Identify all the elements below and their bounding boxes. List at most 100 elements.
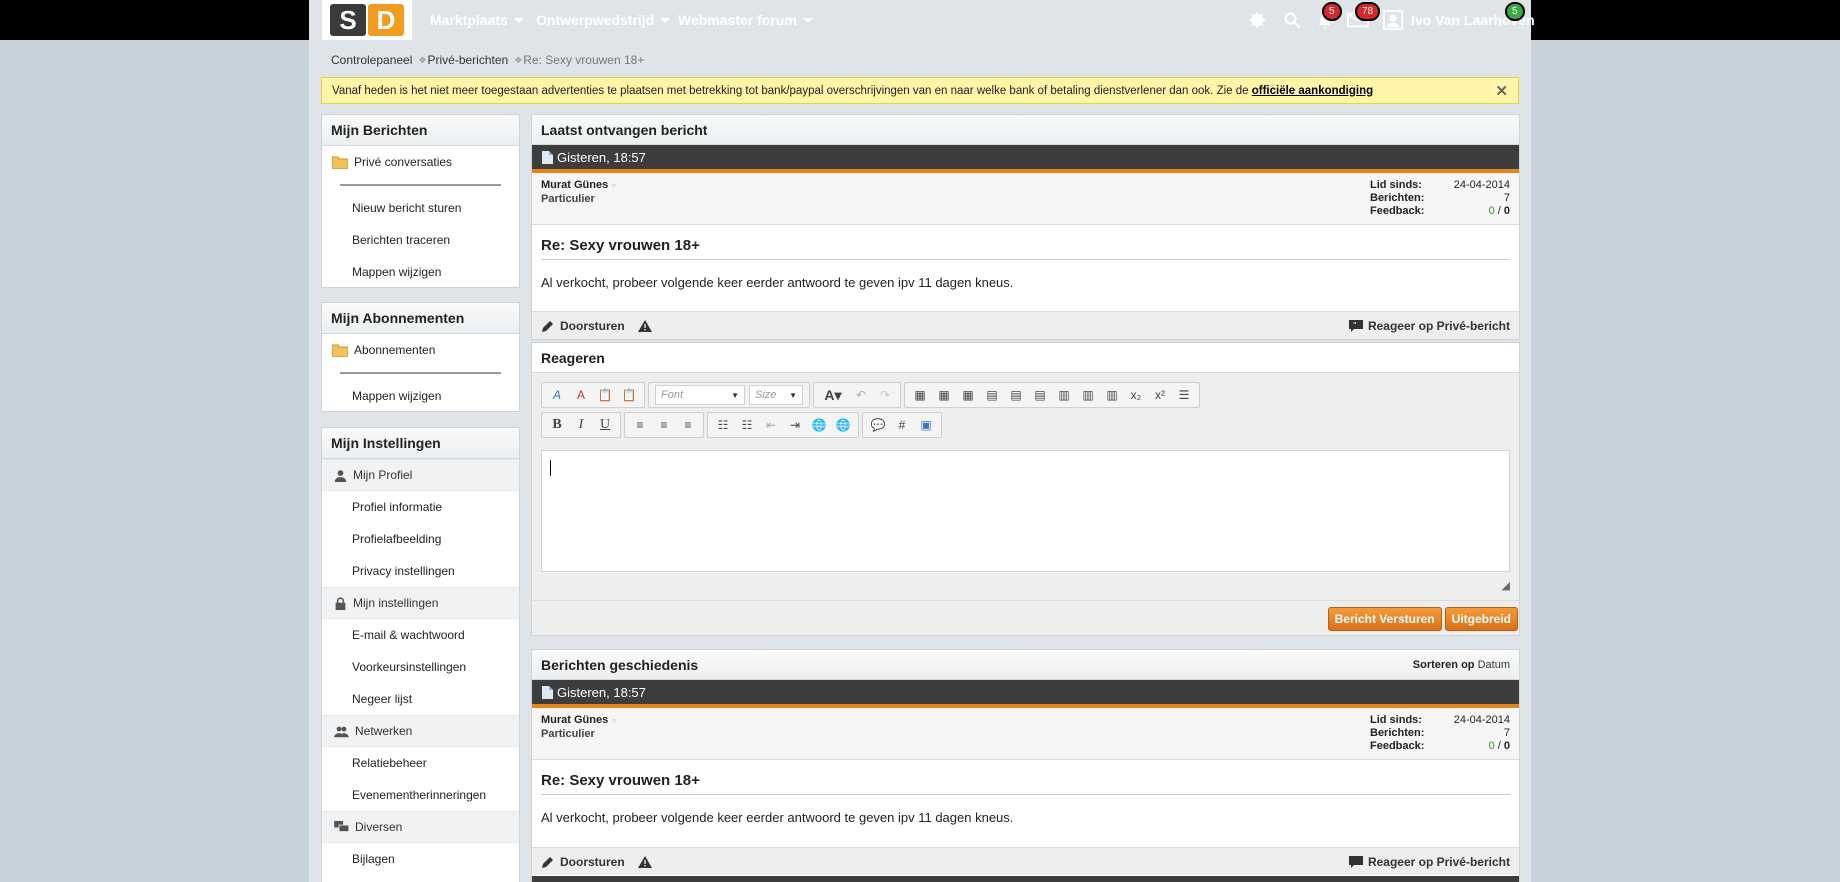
- breadcrumb-home[interactable]: Controlepaneel: [331, 53, 412, 67]
- warning-icon[interactable]: [637, 855, 652, 868]
- superscript-icon[interactable]: x²: [1149, 385, 1171, 405]
- ordered-list-icon[interactable]: ☷: [712, 415, 734, 435]
- text-color-icon[interactable]: A▾: [818, 385, 848, 405]
- forward-label: Doorsturen: [560, 854, 625, 869]
- align-left-icon[interactable]: ≡: [629, 415, 651, 435]
- nav-label: Marktplaats: [430, 12, 508, 28]
- indent-icon[interactable]: ⇥: [784, 415, 806, 435]
- paste-icon[interactable]: 📋: [594, 385, 616, 405]
- link-icon[interactable]: 🌐: [808, 415, 830, 435]
- row-before-icon[interactable]: ▤: [981, 385, 1003, 405]
- col-after-icon[interactable]: ▥: [1077, 385, 1099, 405]
- message-textarea[interactable]: [541, 450, 1510, 572]
- notice-link[interactable]: officiële aankondiging: [1252, 85, 1373, 97]
- sidebar-item-voorkeursinstellingen[interactable]: Voorkeursinstellingen: [322, 651, 519, 683]
- sender-name[interactable]: Murat Günes: [541, 714, 608, 726]
- chevron-down-icon: [660, 17, 671, 23]
- sidebar-item-berichten-traceren[interactable]: Berichten traceren: [322, 224, 519, 256]
- document-icon: [542, 150, 553, 164]
- remove-format-icon[interactable]: A: [546, 385, 568, 405]
- send-button[interactable]: Bericht Versturen: [1327, 607, 1442, 631]
- row-after-icon[interactable]: ▤: [1005, 385, 1027, 405]
- row-delete-icon[interactable]: ▤: [1029, 385, 1051, 405]
- sidebar-item-abonnementen[interactable]: Abonnementen: [322, 334, 519, 366]
- sidebar-item-privacy[interactable]: Privacy instellingen: [322, 555, 519, 587]
- divider: [532, 600, 1519, 601]
- toolbar-group-lists: ☷ ☷ ⇤ ⇥ 🌐 🌐: [707, 412, 859, 438]
- reply-panel: Reageren A A 📋 📋 Font ▼ Size ▼ A▾ ↶ ↷ ▦ ▦ …: [531, 342, 1520, 636]
- breadcrumb-current: Re: Sexy vrouwen 18+: [523, 53, 645, 67]
- align-right-icon[interactable]: ≡: [677, 415, 699, 435]
- sidebar-item-email-wachtwoord[interactable]: E-mail & wachtwoord: [322, 619, 519, 651]
- sidebar-item-negeer-lijst[interactable]: Negeer lijst: [322, 683, 519, 715]
- sidebar-item-bijlagen[interactable]: Bijlagen: [322, 843, 519, 875]
- align-center-icon[interactable]: ≡: [653, 415, 675, 435]
- gear-icon[interactable]: [1246, 8, 1270, 32]
- table-props-icon[interactable]: ▦: [933, 385, 955, 405]
- sort-control: Sorteren op Datum: [1413, 659, 1510, 671]
- quote-icon: [1348, 855, 1363, 868]
- unordered-list-icon[interactable]: ☷: [736, 415, 758, 435]
- sidebar-item-profielafbeelding[interactable]: Profielafbeelding: [322, 523, 519, 555]
- outdent-icon[interactable]: ⇤: [760, 415, 782, 435]
- sidebar-group-diversen: Diversen: [322, 811, 519, 843]
- message-date: Gisteren, 18:57: [557, 684, 646, 700]
- forward-button[interactable]: Doorsturen: [541, 319, 652, 333]
- hash-icon[interactable]: #: [891, 415, 913, 435]
- close-icon[interactable]: ✕: [1495, 82, 1508, 100]
- sender-name[interactable]: Murat Günes: [541, 179, 608, 191]
- paste-text-icon[interactable]: 📋: [618, 385, 640, 405]
- table-icon[interactable]: ▦: [909, 385, 931, 405]
- clear-format-icon[interactable]: A: [570, 385, 592, 405]
- col-before-icon[interactable]: ▥: [1053, 385, 1075, 405]
- unlink-icon[interactable]: 🌐: [832, 415, 854, 435]
- search-icon[interactable]: [1280, 8, 1304, 32]
- advanced-button[interactable]: Uitgebreid: [1444, 607, 1518, 631]
- undo-icon[interactable]: ↶: [850, 385, 872, 405]
- italic-icon[interactable]: I: [570, 415, 592, 435]
- sidebar-berichten-title: Mijn Berichten: [322, 115, 519, 146]
- forward-button[interactable]: Doorsturen: [541, 855, 652, 869]
- table-delete-icon[interactable]: ▦: [957, 385, 979, 405]
- sidebar-item-mappen-wijzigen[interactable]: Mappen wijzigen: [322, 380, 519, 412]
- nav-marktplaats[interactable]: Marktplaats: [430, 0, 524, 40]
- logo-s: S: [330, 4, 366, 36]
- warning-icon[interactable]: [637, 319, 652, 332]
- reply-button[interactable]: " Reageer op Privé-bericht: [1348, 319, 1510, 333]
- redo-icon[interactable]: ↷: [874, 385, 896, 405]
- sidebar-item-prive-conversaties[interactable]: Privé conversaties: [322, 146, 519, 178]
- site-logo[interactable]: S D: [322, 0, 412, 40]
- reply-button[interactable]: Reageer op Privé-bericht: [1348, 855, 1510, 869]
- horizontal-rule-icon[interactable]: ☰: [1173, 385, 1195, 405]
- chevron-down-icon: [513, 17, 524, 23]
- nav-ontwerpwedstrijd[interactable]: Ontwerpwedstrijd: [536, 0, 671, 40]
- sidebar-item-relatiebeheer[interactable]: Relatiebeheer: [322, 747, 519, 779]
- font-select[interactable]: Font ▼: [655, 385, 745, 405]
- pencil-icon: [542, 320, 553, 332]
- quote-icon[interactable]: 💬: [867, 415, 889, 435]
- reply-actions: Bericht Versturen Uitgebreid: [1327, 607, 1518, 631]
- col-delete-icon[interactable]: ▥: [1101, 385, 1123, 405]
- sort-value[interactable]: Datum: [1478, 659, 1510, 671]
- toolbar-group-align: ≡ ≡ ≡: [624, 412, 704, 438]
- sidebar-group-label: Mijn Profiel: [353, 468, 413, 482]
- code-icon[interactable]: ▣: [915, 415, 937, 435]
- sidebar-item-mappen-wijzigen[interactable]: Mappen wijzigen: [322, 256, 519, 288]
- underline-icon[interactable]: U: [594, 415, 616, 435]
- message-actions: Doorsturen " Reageer op Privé-bericht: [532, 311, 1519, 339]
- sidebar-item-evenementherinneringen[interactable]: Evenementherinneringen: [322, 779, 519, 811]
- bold-icon[interactable]: B: [546, 415, 568, 435]
- sidebar-item-profiel-informatie[interactable]: Profiel informatie: [322, 491, 519, 523]
- size-select[interactable]: Size ▼: [749, 385, 803, 405]
- subscript-icon[interactable]: x₂: [1125, 385, 1147, 405]
- message-user-row: Murat Günes ○ Particulier Lid sinds: 24-0…: [532, 173, 1519, 225]
- user-icon[interactable]: [1381, 8, 1405, 32]
- resize-handle-icon[interactable]: ◢: [1502, 579, 1510, 592]
- sender-type: Particulier: [541, 728, 595, 740]
- meta-label: Lid sinds:: [1370, 714, 1422, 726]
- nav-webmaster-forum[interactable]: Webmaster forum: [678, 0, 813, 40]
- sidebar-item-nieuw-bericht[interactable]: Nieuw bericht sturen: [322, 192, 519, 224]
- breadcrumb-section[interactable]: Privé-berichten: [427, 53, 508, 67]
- sort-op: op: [1461, 658, 1475, 671]
- toolbar-group-insert: 💬 # ▣: [862, 412, 942, 438]
